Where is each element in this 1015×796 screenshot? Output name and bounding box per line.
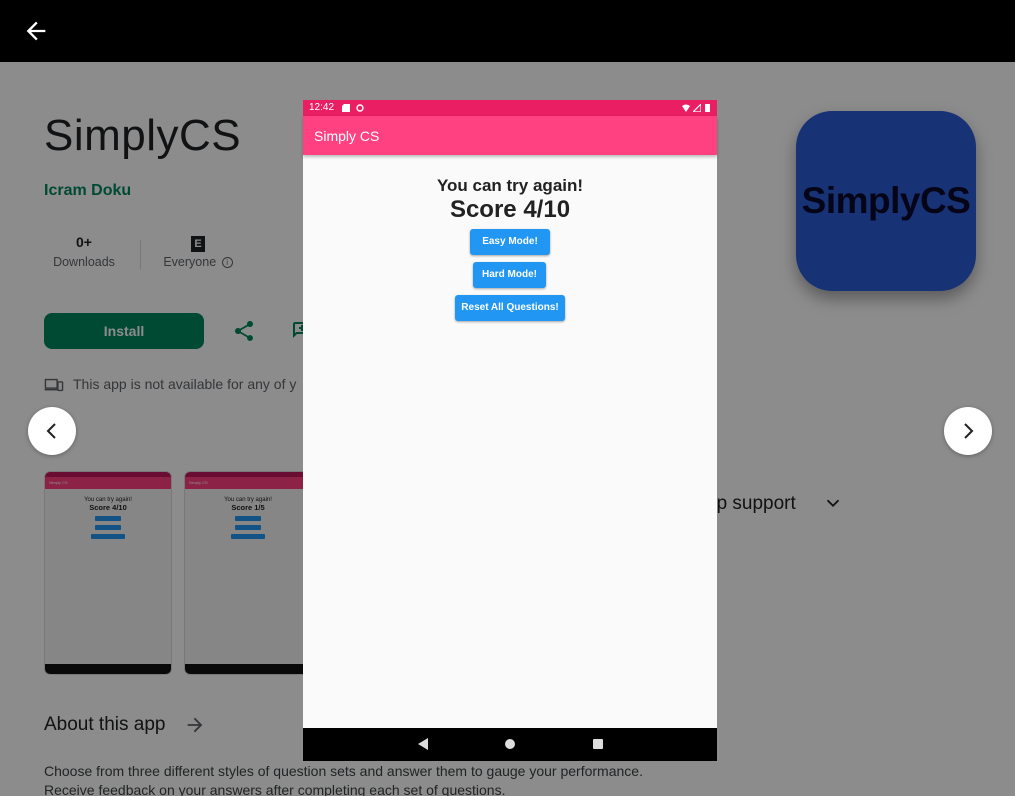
status-time: 12:42 [309,102,335,113]
signal-icon [693,104,701,112]
back-arrow-icon[interactable] [22,17,50,45]
previous-screenshot-button[interactable] [28,407,76,455]
chevron-right-icon [964,423,974,439]
hard-mode-button[interactable]: Hard Mode! [473,262,546,288]
chevron-left-icon [46,423,56,439]
next-screenshot-button[interactable] [944,407,992,455]
battery-icon [705,104,710,112]
phone-app-bar: Simply CS [303,116,717,155]
sync-icon [356,104,364,112]
nav-back-icon[interactable] [417,738,429,750]
phone-status-bar: 12:42 [303,100,717,116]
reset-questions-button[interactable]: Reset All Questions! [455,295,565,321]
nav-home-icon[interactable] [505,739,515,749]
nav-recents-icon[interactable] [593,739,603,749]
wifi-icon [682,104,690,112]
top-bar [0,0,1015,62]
result-message: You can try again! [436,176,584,195]
phone-nav-bar [303,728,717,761]
phone-app-title: Simply CS [314,128,380,144]
sd-card-icon [342,104,350,112]
easy-mode-button[interactable]: Easy Mode! [470,229,550,255]
score-text: Score 4/10 [449,196,571,223]
screenshot-viewer: 12:42 Simply CS You can try again! Score… [303,100,717,761]
